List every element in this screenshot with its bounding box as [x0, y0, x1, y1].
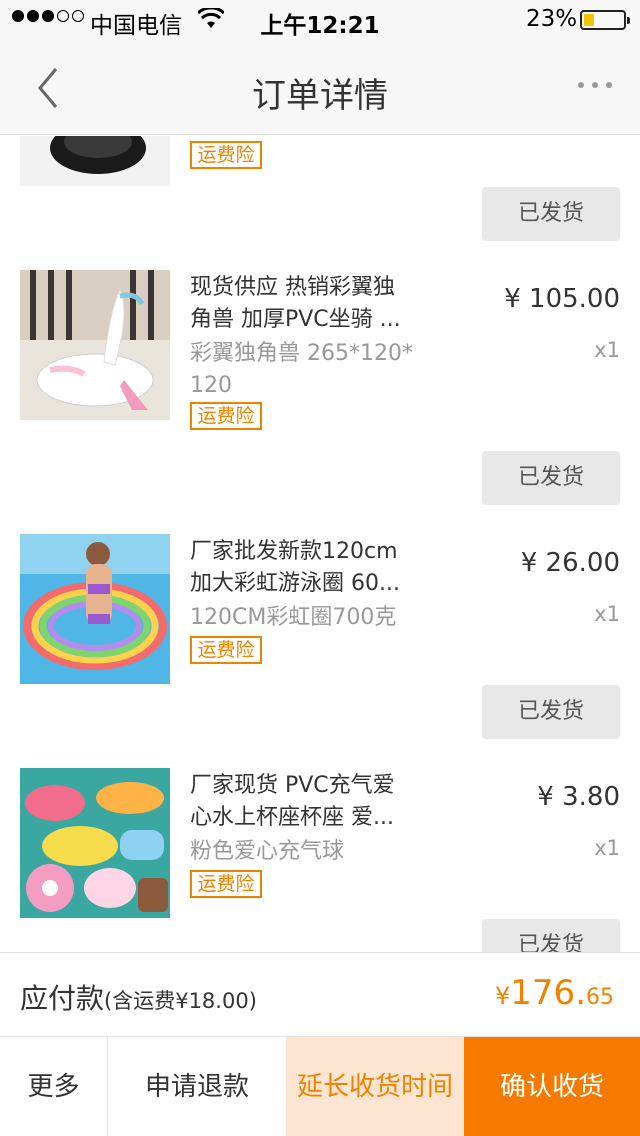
list-item[interactable]: 厂家现货 PVC充气爱 心水上杯座杯座 爱... 粉色爱心充气球 ¥ 3.80 …	[0, 768, 640, 918]
list-item[interactable]: 厂家批发新款120cm 加大彩虹游泳圈 60... 120CM彩虹圈700克 ¥…	[0, 534, 640, 684]
more-button[interactable]: 更多	[0, 1037, 108, 1136]
navigation-bar: 订单详情	[0, 40, 640, 135]
product-price: ¥ 26.00	[520, 548, 620, 578]
freight-insurance-tag: 运费险	[190, 870, 262, 898]
order-items-list[interactable]: 运费险 已发货 现货供应 热销彩翼独 角兽 加厚PVC坐骑 ... 彩翼独角兽 …	[0, 136, 640, 952]
product-spec: 彩翼独角兽 265*120* 120	[190, 341, 413, 398]
list-item-partial: 运费险	[0, 136, 640, 186]
payment-total-bar: 应付款(含运费¥18.00) ¥176.65	[0, 952, 640, 1036]
rainbow-swim-ring-photo-icon	[20, 534, 170, 684]
product-thumbnail[interactable]	[20, 136, 170, 186]
battery-icon	[580, 10, 630, 30]
product-quantity: x1	[594, 338, 620, 362]
list-item[interactable]: 现货供应 热销彩翼独 角兽 加厚PVC坐骑 ... 彩翼独角兽 265*120*…	[0, 270, 640, 430]
page-title: 订单详情	[252, 76, 388, 116]
total-amount: ¥176.65	[495, 973, 614, 1013]
product-title[interactable]: 厂家现货 PVC充气爱 心水上杯座杯座 爱...	[190, 770, 422, 834]
total-label: 应付款(含运费¥18.00)	[20, 982, 257, 1015]
confirm-receipt-button[interactable]: 确认收货	[464, 1037, 640, 1136]
product-thumbnail[interactable]	[20, 534, 170, 684]
inflatable-cup-holders-photo-icon	[20, 768, 170, 918]
shipped-status-button[interactable]: 已发货	[482, 919, 620, 952]
product-price: ¥ 3.80	[537, 782, 620, 812]
product-price: ¥ 105.00	[504, 284, 620, 314]
unicorn-float-photo-icon	[20, 270, 170, 420]
status-bar: 中国电信 上午12:21 23%	[0, 0, 640, 40]
product-thumbnail[interactable]	[20, 270, 170, 420]
shipped-status-button[interactable]: 已发货	[482, 187, 620, 241]
freight-insurance-tag: 运费险	[190, 636, 262, 664]
product-thumbnail[interactable]	[20, 768, 170, 918]
product-quantity: x1	[594, 836, 620, 860]
product-spec: 120CM彩虹圈700克	[190, 605, 397, 630]
product-title[interactable]: 现货供应 热销彩翼独 角兽 加厚PVC坐骑 ...	[190, 272, 422, 336]
product-title[interactable]: 厂家批发新款120cm 加大彩虹游泳圈 60...	[190, 536, 422, 600]
more-options-icon[interactable]	[578, 82, 612, 88]
shipping-fee-note: (含运费¥18.00)	[104, 989, 257, 1013]
product-quantity: x1	[594, 602, 620, 626]
shipped-status-button[interactable]: 已发货	[482, 451, 620, 505]
extend-receipt-time-button[interactable]: 延长收货时间	[286, 1037, 464, 1136]
freight-insurance-tag: 运费险	[190, 402, 262, 430]
request-refund-button[interactable]: 申请退款	[108, 1037, 286, 1136]
battery-percentage: 23%	[526, 6, 578, 32]
freight-insurance-tag: 运费险	[190, 141, 262, 169]
product-photo-icon	[20, 136, 170, 186]
bottom-action-bar: 更多 申请退款 延长收货时间 确认收货	[0, 1036, 640, 1136]
product-spec: 粉色爱心充气球	[190, 839, 345, 864]
shipped-status-button[interactable]: 已发货	[482, 685, 620, 739]
